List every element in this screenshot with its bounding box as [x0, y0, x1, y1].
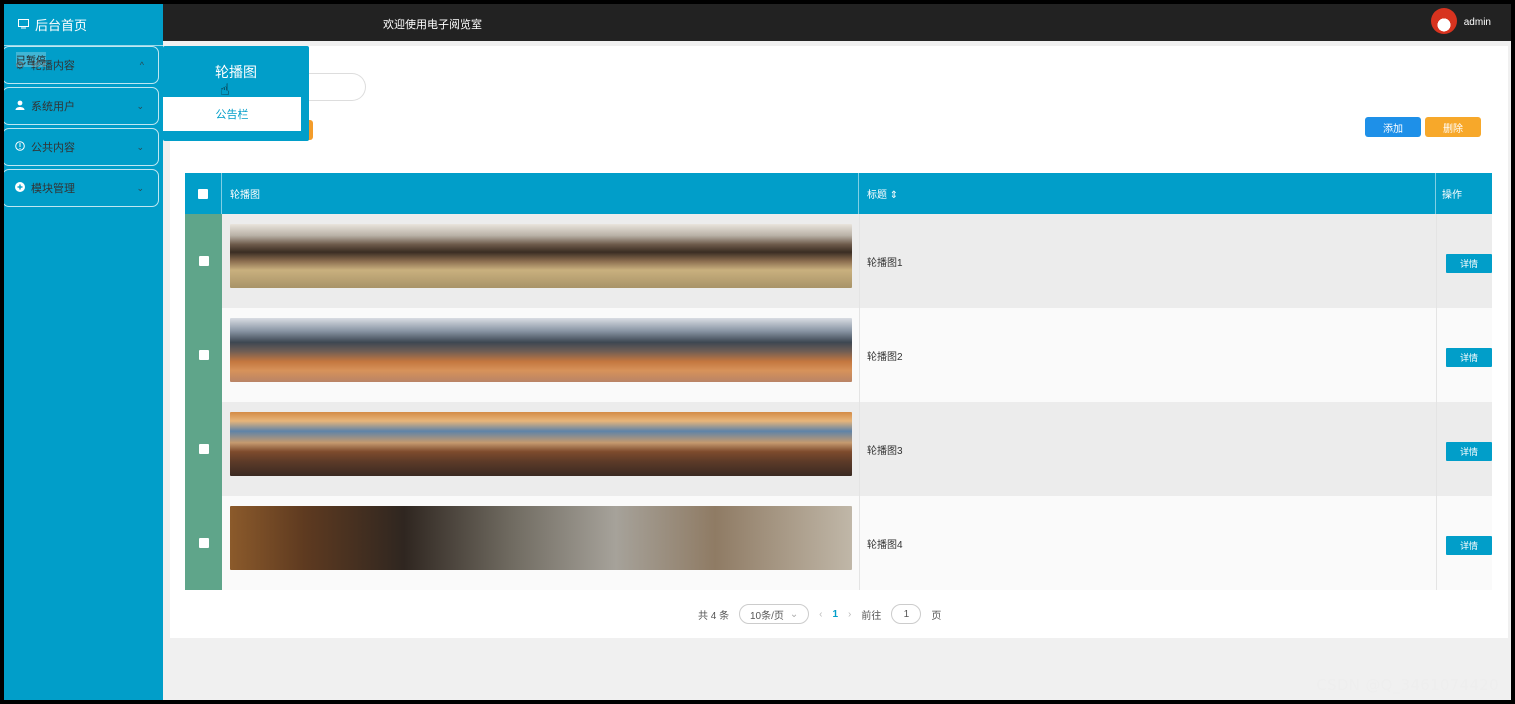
window-frame: [0, 0, 1515, 704]
watermark: CSDN @Q_3461074420: [1316, 676, 1499, 694]
